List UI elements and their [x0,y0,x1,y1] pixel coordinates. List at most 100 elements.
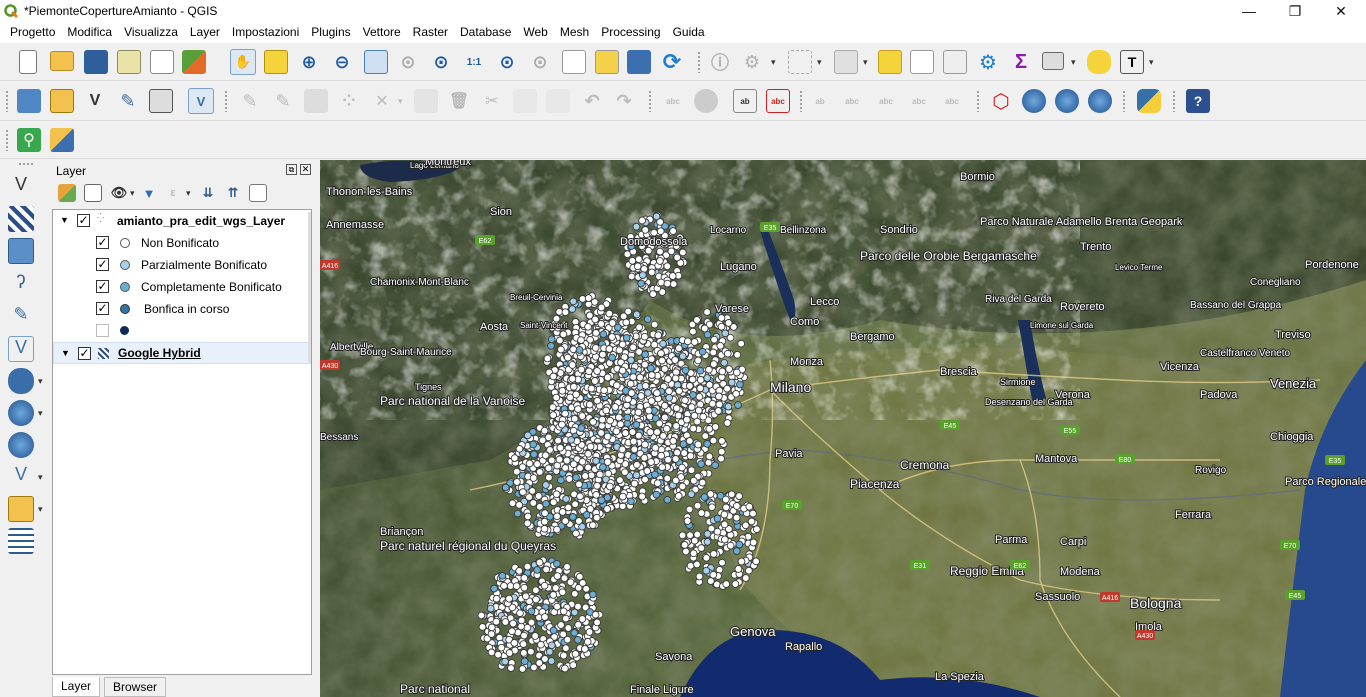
vertex-tool-icon[interactable]: ✕ [370,89,394,113]
toolbar-grip[interactable] [1172,90,1176,112]
asbestos-point[interactable] [693,530,702,539]
asbestos-point[interactable] [524,512,532,521]
toolbar-grip[interactable] [648,90,652,112]
asbestos-point[interactable] [641,381,650,390]
asbestos-point[interactable] [650,320,659,329]
new-map-view-icon[interactable] [562,50,586,74]
plugin-search-icon[interactable]: ⚲ [17,128,41,152]
move-label-icon[interactable]: abc [874,89,898,113]
add-wfs-layer-icon[interactable] [1055,89,1079,113]
layer-diagram-icon[interactable] [694,89,718,113]
asbestos-point[interactable] [699,412,708,421]
asbestos-point[interactable] [715,400,724,409]
asbestos-point[interactable] [723,349,732,358]
asbestos-point[interactable] [702,553,711,562]
asbestos-point[interactable] [577,365,586,374]
asbestos-point[interactable] [552,393,561,402]
asbestos-point[interactable] [557,345,565,354]
run-feature-action-icon[interactable]: ⚙ [740,50,764,74]
asbestos-point[interactable] [632,471,641,480]
map-themes-dropdown-icon[interactable]: ▾ [130,188,135,199]
asbestos-point[interactable] [578,615,587,623]
expand-arrow-icon[interactable]: ▼ [60,215,69,225]
asbestos-point[interactable] [698,478,707,487]
asbestos-point[interactable] [737,339,746,348]
undo-icon[interactable]: ↶ [580,89,604,113]
asbestos-point[interactable] [513,478,521,486]
asbestos-point[interactable] [552,490,561,499]
asbestos-point[interactable] [558,386,567,395]
zoom-to-layer-icon[interactable]: ⊙ [429,50,453,74]
asbestos-point[interactable] [520,657,529,666]
asbestos-point[interactable] [638,271,647,279]
asbestos-point[interactable] [494,650,502,659]
asbestos-point[interactable] [549,498,558,507]
legend-item-other[interactable] [53,320,311,342]
asbestos-point[interactable] [685,437,694,445]
asbestos-point[interactable] [717,454,725,463]
asbestos-point[interactable] [675,387,683,395]
asbestos-point[interactable] [519,649,528,657]
asbestos-point[interactable] [623,413,632,422]
show-unplaced-labels-icon[interactable]: abc [766,89,790,113]
asbestos-point[interactable] [646,364,655,373]
asbestos-point[interactable] [678,352,687,361]
asbestos-point[interactable] [652,490,661,499]
asbestos-point[interactable] [591,315,600,324]
asbestos-point[interactable] [651,443,660,452]
asbestos-point[interactable] [671,356,679,364]
measure-dropdown-icon[interactable]: ▾ [1071,57,1076,68]
tab-layer[interactable]: Layer [52,677,101,697]
asbestos-point[interactable] [588,590,597,599]
asbestos-point[interactable] [693,316,701,324]
asbestos-point[interactable] [569,513,577,521]
asbestos-point[interactable] [727,490,736,499]
asbestos-point[interactable] [689,476,698,485]
asbestos-point[interactable] [527,647,535,656]
cut-features-icon[interactable]: ✂ [480,89,504,113]
text-annotation-icon[interactable]: T [1120,50,1144,74]
asbestos-point[interactable] [597,496,606,505]
asbestos-point[interactable] [584,463,592,472]
asbestos-point[interactable] [582,510,591,519]
asbestos-point[interactable] [689,327,697,336]
legend-item-checkbox[interactable]: ✓ [96,280,109,293]
asbestos-point[interactable] [555,455,564,464]
asbestos-point[interactable] [599,330,608,339]
asbestos-point[interactable] [671,374,680,383]
close-button[interactable]: ✕ [1318,0,1364,22]
new-shapefile-layer-icon[interactable]: V [83,89,107,113]
asbestos-point[interactable] [542,565,551,574]
toolbar-grip[interactable] [224,90,228,112]
statistical-summary-icon[interactable]: Σ [1009,50,1033,74]
asbestos-point[interactable] [709,348,718,357]
asbestos-point[interactable] [540,517,549,526]
zoom-next-icon[interactable]: ⊙ [528,50,552,74]
asbestos-point[interactable] [549,372,558,381]
asbestos-point[interactable] [569,661,578,669]
asbestos-point[interactable] [703,308,711,316]
redo-icon[interactable]: ↷ [612,89,636,113]
asbestos-point[interactable] [700,324,709,333]
asbestos-point[interactable] [659,432,668,440]
asbestos-point[interactable] [612,381,621,390]
highlight-pinned-labels-icon[interactable]: ab [733,89,757,113]
asbestos-point[interactable] [649,290,657,298]
asbestos-point[interactable] [718,367,727,376]
asbestos-point[interactable] [622,334,631,342]
asbestos-point[interactable] [553,572,562,580]
digitize-icon[interactable]: ✎ [116,89,140,113]
open-project-icon[interactable] [50,51,74,71]
asbestos-point[interactable] [545,647,554,656]
asbestos-point[interactable] [735,540,744,549]
asbestos-point[interactable] [521,592,530,601]
asbestos-point[interactable] [560,574,569,583]
asbestos-point[interactable] [505,594,513,603]
asbestos-point[interactable] [547,456,556,465]
asbestos-point[interactable] [687,403,696,411]
asbestos-point[interactable] [741,574,750,582]
new-geopackage-icon[interactable] [8,496,34,522]
asbestos-point[interactable] [515,444,524,453]
asbestos-point[interactable] [531,586,540,595]
asbestos-point[interactable] [647,397,656,405]
